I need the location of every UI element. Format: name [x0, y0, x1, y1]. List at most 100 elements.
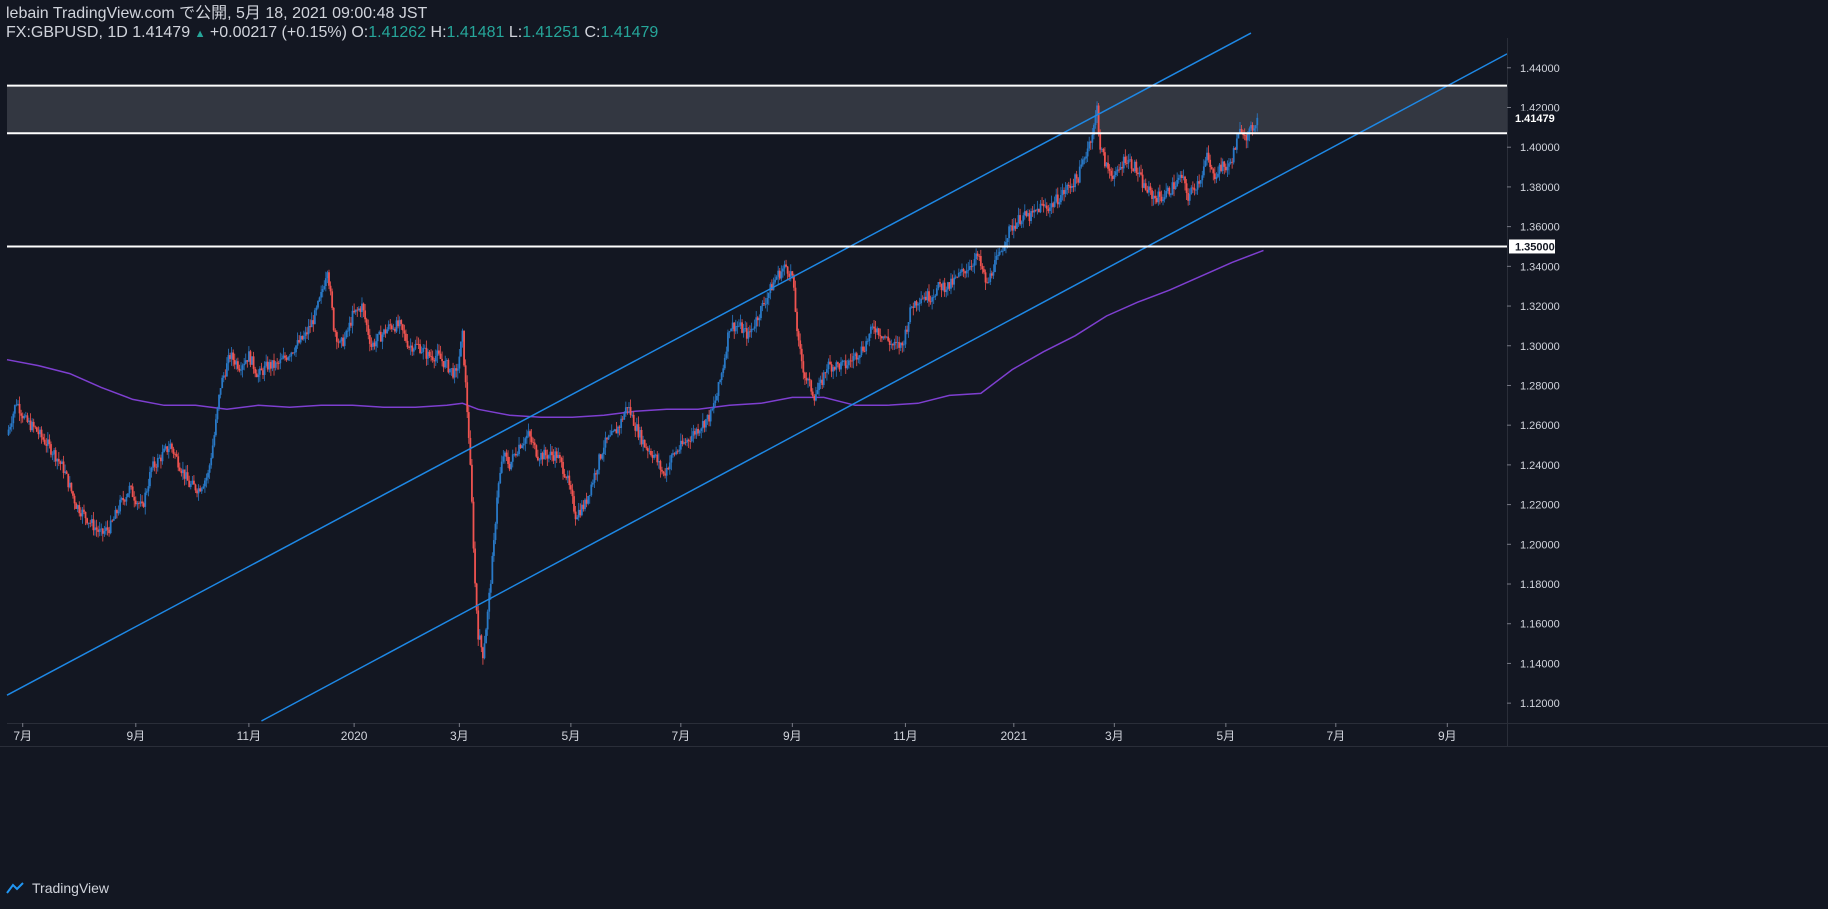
- candle-body: [1152, 195, 1155, 199]
- candle-body: [640, 429, 643, 445]
- candle-body: [708, 414, 710, 422]
- candle-body: [968, 266, 971, 270]
- candle-body: [519, 444, 522, 449]
- candle-body: [276, 362, 279, 364]
- candle-body: [299, 335, 302, 343]
- candle-body: [885, 336, 888, 338]
- candle-body: [273, 360, 275, 368]
- candle-body: [667, 467, 670, 470]
- candle-body: [258, 368, 261, 375]
- candle-body: [277, 363, 280, 364]
- candle-body: [643, 439, 646, 448]
- candle-body: [335, 332, 338, 342]
- candle-body: [56, 458, 59, 462]
- chart-canvas[interactable]: 1.440001.420001.400001.380001.360001.340…: [0, 0, 1828, 909]
- candle-body: [321, 289, 324, 293]
- candle-body: [799, 340, 802, 349]
- candle-body: [681, 440, 684, 444]
- candle-body: [810, 380, 813, 392]
- candle-body: [888, 340, 891, 345]
- candle-body: [1008, 226, 1010, 239]
- candle-body: [701, 421, 704, 429]
- candle-body: [576, 517, 579, 520]
- candle-body: [673, 453, 676, 455]
- candle-body: [312, 320, 315, 325]
- change-arrow-icon: ▲: [194, 28, 206, 40]
- candle-body: [158, 457, 161, 459]
- candle-body: [450, 368, 453, 370]
- candle-body: [637, 424, 640, 438]
- candle-body: [1107, 162, 1109, 169]
- candle-body: [1149, 186, 1152, 191]
- candle-body: [243, 363, 246, 366]
- candle-body: [1012, 225, 1015, 231]
- candle-body: [342, 337, 345, 346]
- candle-body: [166, 446, 169, 453]
- candle-body: [441, 358, 443, 362]
- candle-body: [142, 503, 145, 507]
- candle-body: [855, 353, 858, 360]
- candle-body: [948, 282, 951, 289]
- candle-body: [339, 341, 341, 343]
- candle-body: [1022, 215, 1025, 222]
- candle-body: [585, 499, 588, 504]
- candle-body: [1009, 225, 1012, 227]
- candle-body: [378, 331, 381, 334]
- candle-body: [832, 367, 835, 372]
- candle-body: [551, 451, 553, 456]
- candle-body: [744, 328, 747, 329]
- candle-body: [1166, 187, 1169, 191]
- candle-body: [238, 368, 241, 371]
- candle-body: [224, 375, 227, 377]
- candle-body: [180, 470, 183, 474]
- candle-body: [482, 647, 484, 659]
- candle-body: [20, 413, 23, 416]
- candle-body: [678, 449, 681, 452]
- candle-body: [672, 453, 674, 455]
- candle-body: [1228, 163, 1230, 167]
- candle-body: [994, 259, 996, 273]
- candle-body: [1078, 166, 1081, 183]
- candle-body: [1168, 187, 1171, 195]
- candle-body: [654, 454, 657, 456]
- candle-body: [1122, 156, 1125, 169]
- candle-body: [775, 276, 778, 280]
- candle-body: [884, 336, 886, 338]
- candle-body: [438, 350, 440, 354]
- candle-body: [928, 291, 930, 302]
- candle-body: [365, 319, 368, 326]
- candle-body: [1088, 141, 1091, 149]
- candle-body: [587, 495, 590, 504]
- candle-body: [540, 453, 542, 460]
- candle-body: [381, 334, 384, 342]
- candle-body: [522, 443, 525, 446]
- candle-body: [764, 303, 767, 305]
- candle-body: [116, 510, 118, 514]
- candle-body: [164, 446, 167, 449]
- candle-body: [493, 540, 495, 556]
- candle-body: [1119, 167, 1122, 170]
- candle-body: [59, 461, 62, 464]
- candle-body: [860, 346, 863, 356]
- candle-body: [156, 458, 159, 468]
- candle-body: [306, 332, 308, 335]
- candle-body: [510, 461, 513, 470]
- candle-body: [1223, 161, 1226, 167]
- level-price-label: 1.35000: [1515, 241, 1555, 253]
- candle-body: [417, 344, 420, 345]
- candle-body: [736, 325, 739, 327]
- candle-body: [31, 421, 34, 431]
- price-tick-label: 1.34000: [1520, 261, 1560, 273]
- candle-body: [877, 328, 880, 336]
- candle-body: [942, 282, 945, 291]
- price-tick-label: 1.16000: [1520, 619, 1560, 631]
- candle-body: [298, 340, 301, 343]
- candle-body: [1204, 160, 1207, 167]
- time-tick-label: 7月: [1326, 729, 1345, 743]
- candle-body: [175, 454, 178, 457]
- candle-body: [665, 467, 668, 476]
- candle-body: [406, 340, 409, 348]
- candle-body: [566, 475, 569, 479]
- candle-body: [416, 343, 418, 345]
- candle-body: [29, 420, 32, 431]
